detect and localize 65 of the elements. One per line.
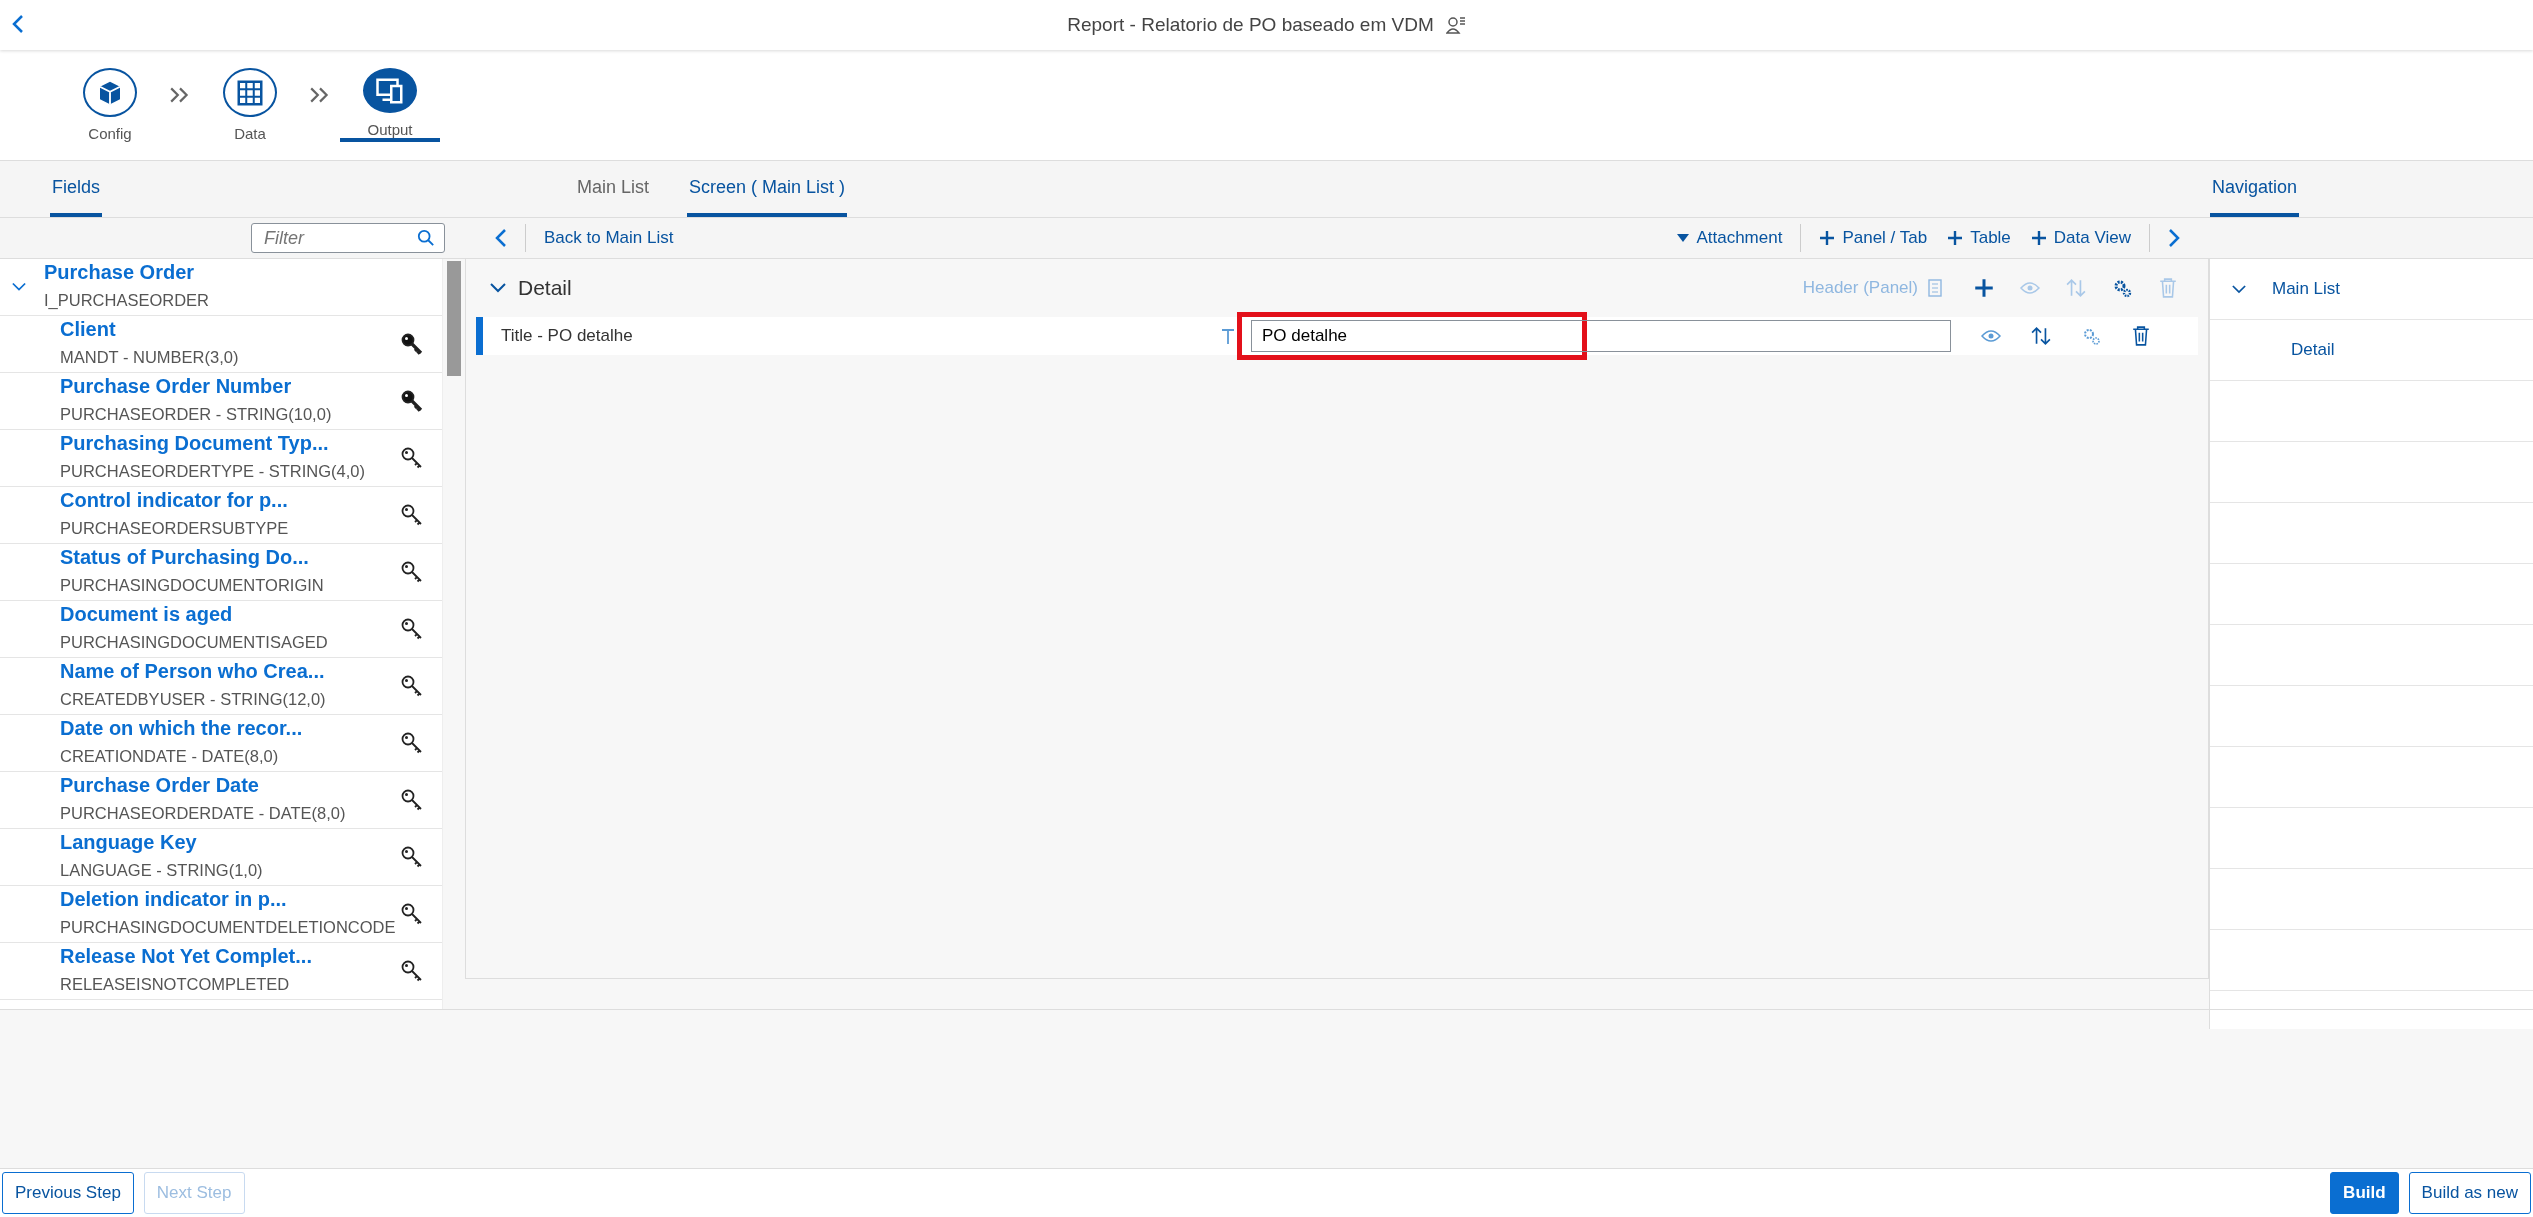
tab[interactable]: Main List [575, 161, 652, 217]
row-label: Title - PO detalhe [501, 326, 634, 346]
build-button[interactable]: Build [2330, 1172, 2399, 1214]
dropdown-icon [1677, 233, 1690, 243]
field-label[interactable]: Language Key [60, 829, 400, 855]
text-type-icon [1221, 328, 1235, 344]
field-label[interactable]: Status of Purchasing Do... [60, 544, 400, 570]
add-icon[interactable] [1974, 278, 1994, 298]
nav-item[interactable]: Main List [2272, 279, 2341, 299]
expand-icon[interactable] [490, 283, 506, 293]
field-type: PURCHASEORDER - STRING(10,0) [60, 404, 333, 425]
field-type: CREATEDBYUSER - STRING(12,0) [60, 689, 327, 710]
add-icon [2030, 230, 2047, 246]
settings-icon[interactable] [2112, 278, 2132, 298]
section-title: Detail [518, 276, 572, 300]
field-label[interactable]: Control indicator for p... [60, 487, 400, 513]
scrollbar-thumb[interactable] [447, 261, 461, 376]
expand-icon[interactable] [12, 282, 26, 292]
toolbar-button[interactable]: Panel / Tab [1809, 228, 1938, 248]
wizard-step[interactable]: Data [200, 50, 300, 142]
field-label[interactable]: Release Not Yet Complet... [60, 943, 400, 969]
field-label[interactable]: Purchase Order Number [60, 373, 400, 399]
previous-icon[interactable] [495, 228, 507, 248]
build-button[interactable]: Build as new [2408, 1172, 2531, 1214]
entity-name: I_PURCHASEORDER [44, 290, 211, 311]
entity-title[interactable]: Purchase Order [44, 259, 442, 285]
title-input[interactable]: PO detalhe [1251, 320, 1951, 352]
user-list-icon[interactable] [1445, 16, 1466, 34]
step-button[interactable]: Previous Step [2, 1172, 134, 1214]
next-icon[interactable] [2168, 228, 2180, 248]
back-link[interactable]: Back to Main List [544, 228, 674, 248]
wizard-step[interactable]: Output [340, 50, 440, 142]
field-type: PURCHASINGDOCUMENTDELETIONCODE [60, 917, 397, 938]
field-type: RELEASEISNOTCOMPLETED [60, 974, 291, 995]
field-type: PURCHASINGDOCUMENTISAGED [60, 632, 329, 653]
field-label[interactable]: Date on which the recor... [60, 715, 400, 741]
document-icon [1928, 279, 1942, 297]
field-label[interactable]: Purchasing Document Typ... [60, 430, 400, 456]
sort-icon[interactable] [2031, 326, 2051, 346]
field-label[interactable]: Name of Person who Crea... [60, 658, 400, 684]
field-type: PURCHASEORDERDATE - DATE(8,0) [60, 803, 347, 824]
field-type: LANGUAGE - STRING(1,0) [60, 860, 264, 881]
settings-icon[interactable] [2081, 326, 2101, 346]
field-type: PURCHASEORDERTYPE - STRING(4,0) [60, 461, 366, 482]
field-label[interactable]: Deletion indicator in p... [60, 886, 400, 912]
toolbar-button[interactable]: Attachment [1667, 228, 1793, 248]
delete-icon[interactable] [2131, 326, 2151, 346]
field-type: PURCHASINGDOCUMENTORIGIN [60, 575, 325, 596]
field-type: MANDT - NUMBER(3,0) [60, 347, 240, 368]
toolbar-button[interactable]: Data View [2020, 228, 2141, 248]
field-type: CREATIONDATE - DATE(8,0) [60, 746, 280, 767]
window-title: Report - Relatorio de PO baseado em VDM [1067, 14, 1434, 36]
field-label[interactable]: Client [60, 316, 400, 342]
field-label[interactable]: Purchase Order Date [60, 772, 400, 798]
add-icon [1819, 230, 1836, 246]
field-type: PURCHASEORDERSUBTYPE [60, 518, 290, 539]
nav-item[interactable]: Detail [2291, 340, 2335, 360]
toolbar-button[interactable]: Table [1937, 228, 2021, 248]
wizard-step[interactable]: Config [60, 50, 160, 142]
add-icon [1947, 230, 1964, 246]
search-icon[interactable] [417, 229, 435, 247]
filter-field[interactable]: Filter [251, 223, 445, 253]
expand-icon[interactable] [2232, 284, 2246, 294]
field-label[interactable]: Document is aged [60, 601, 400, 627]
back-icon[interactable] [12, 14, 24, 34]
